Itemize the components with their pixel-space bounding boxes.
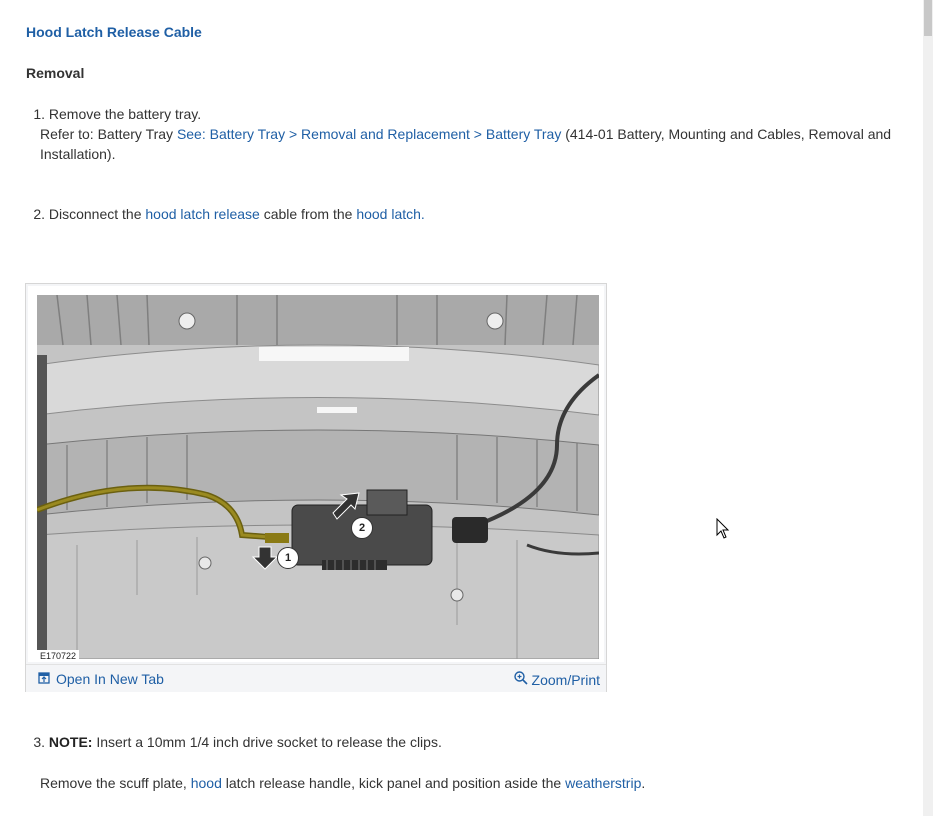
open-new-tab-icon [38, 671, 50, 687]
step-2: 2. Disconnect the hood latch release cab… [26, 204, 896, 224]
step-text: cable from the [259, 206, 357, 222]
zoom-print-label: Zoom/Print [531, 671, 600, 688]
step-number: 1. [33, 106, 45, 122]
step-text: latch release handle, kick panel and pos… [221, 775, 566, 791]
step-text: Remove the scuff plate, [40, 775, 191, 791]
page-title: Hood Latch Release Cable [26, 24, 202, 40]
figure-frame: 1 2 E170722 [28, 286, 604, 662]
step-1: 1. Remove the battery tray. Refer to: Ba… [26, 104, 896, 164]
open-in-new-tab-label: Open In New Tab [56, 671, 164, 687]
step-text: . [641, 775, 646, 791]
hood-latch-release-link[interactable]: hood latch release [145, 206, 259, 222]
scrollbar-thumb[interactable] [924, 0, 932, 36]
hood-latch-illustration[interactable]: 1 2 E170722 [37, 295, 599, 659]
magnifier-icon [513, 671, 528, 688]
figure: 1 2 E170722 Open In New Tab Zoom/Print [25, 283, 607, 692]
refer-prefix: Refer to: Battery Tray [40, 126, 177, 142]
figure-code: E170722 [37, 650, 80, 659]
note-label: NOTE: [48, 734, 93, 750]
callout-2: 2 [351, 517, 373, 539]
note-text: Insert a 10mm 1/4 inch drive socket to r… [92, 734, 442, 750]
step-number: 3. [33, 734, 45, 750]
illustration-svg [37, 295, 599, 659]
mouse-cursor-icon [716, 517, 730, 543]
hood-link[interactable]: hood [191, 775, 222, 791]
open-in-new-tab-button[interactable]: Open In New Tab [38, 671, 164, 687]
vertical-scrollbar[interactable] [923, 0, 933, 816]
figure-toolbar: Open In New Tab Zoom/Print [26, 664, 606, 692]
section-heading: Removal [26, 65, 85, 81]
weatherstrip-link[interactable]: weatherstrip [565, 775, 641, 791]
callout-1: 1 [277, 547, 299, 569]
step-text: Remove the battery tray. [48, 106, 202, 122]
refer-line: Refer to: Battery Tray See: Battery Tray… [26, 124, 896, 164]
step-text: Disconnect the [48, 206, 146, 222]
battery-tray-link[interactable]: See: Battery Tray > Removal and Replacem… [177, 126, 561, 142]
step-3-body: Remove the scuff plate, hood latch relea… [26, 773, 910, 793]
zoom-print-button[interactable]: Zoom/Print [513, 671, 600, 688]
step-number: 2. [33, 206, 45, 222]
hood-latch-link[interactable]: hood latch. [356, 206, 425, 222]
step-3: 3. NOTE: Insert a 10mm 1/4 inch drive so… [26, 732, 896, 752]
